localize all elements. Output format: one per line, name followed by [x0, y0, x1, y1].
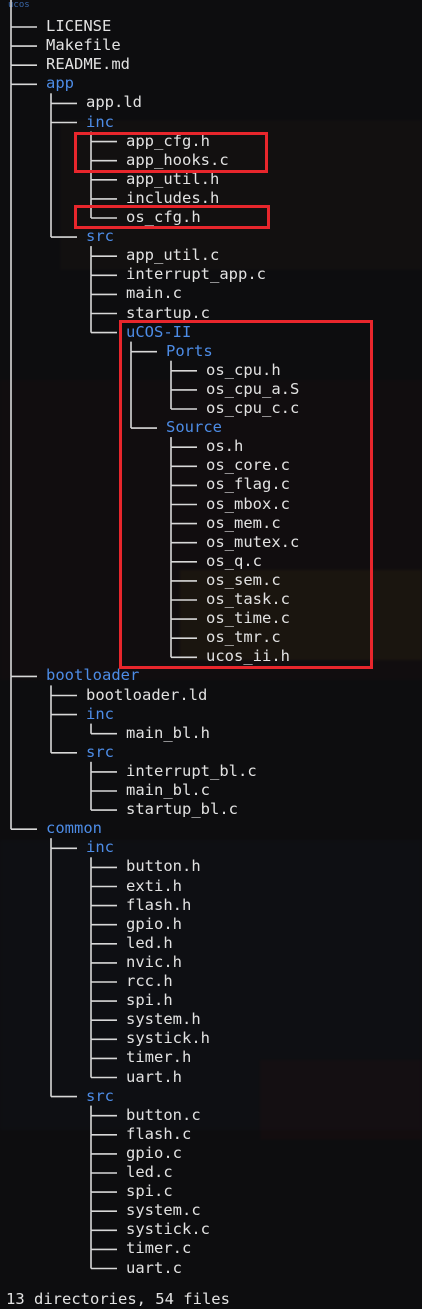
- tree-directory: inc: [86, 112, 114, 131]
- tree-file: spi.h: [126, 991, 173, 1010]
- ucos-ii-highlight: [119, 320, 373, 669]
- tree-directory: src: [86, 1086, 114, 1105]
- tree-file: gpio.c: [126, 1143, 182, 1162]
- tree-file: flash.c: [126, 1124, 192, 1143]
- tree-file: button.h: [126, 857, 201, 876]
- tree-file: exti.h: [126, 876, 182, 895]
- tree-summary: 13 directories, 54 files: [6, 1290, 230, 1308]
- tree-file: interrupt_app.c: [126, 265, 266, 284]
- tree-file: systick.c: [126, 1220, 210, 1239]
- tree-file: systick.h: [126, 1029, 210, 1048]
- tree-file: app_util.c: [126, 246, 220, 265]
- tree-file: nvic.h: [126, 952, 182, 971]
- tree-file: timer.h: [126, 1048, 192, 1067]
- terminal-window[interactable]: ucos LICENSE Makefile README.md app app.ld in…: [0, 0, 422, 1309]
- tree-directory: common: [46, 819, 102, 838]
- tree-file: flash.h: [126, 895, 192, 914]
- tree-file: system.c: [126, 1201, 201, 1220]
- tree-file: app.ld: [86, 93, 142, 112]
- tree-directory: app: [46, 74, 74, 93]
- tree-file: startup_bl.c: [126, 800, 238, 819]
- tree-directory: src: [86, 227, 114, 246]
- tree-file: gpio.h: [126, 914, 182, 933]
- tree-file: spi.c: [126, 1182, 173, 1201]
- tree-file: uart.c: [126, 1258, 182, 1277]
- tree-file: main_bl.c: [126, 781, 210, 799]
- tree-file: led.c: [126, 1163, 173, 1181]
- tree-file: README.md: [46, 55, 130, 74]
- tree-file: LICENSE: [46, 17, 112, 35]
- os-cfg-highlight: [74, 205, 270, 229]
- tree-directory: bootloader: [46, 666, 140, 685]
- tree-directory: inc: [86, 704, 114, 723]
- tree-file: bootloader.ld: [86, 685, 208, 704]
- tree-file: timer.c: [126, 1239, 192, 1258]
- tree-directory: inc: [86, 838, 114, 857]
- tree-file: button.c: [126, 1105, 201, 1124]
- tree-file: Makefile: [46, 36, 121, 55]
- tree-file: uart.h: [126, 1067, 182, 1086]
- tree-file: led.h: [126, 933, 173, 952]
- tree-file: system.h: [126, 1010, 201, 1029]
- tree-directory: src: [86, 742, 114, 761]
- tree-file: main_bl.h: [126, 723, 210, 742]
- tree-file: interrupt_bl.c: [126, 761, 257, 780]
- app-hooks-highlight: [74, 132, 268, 173]
- tree-file: rcc.h: [126, 972, 173, 990]
- tree-file: main.c: [126, 284, 182, 303]
